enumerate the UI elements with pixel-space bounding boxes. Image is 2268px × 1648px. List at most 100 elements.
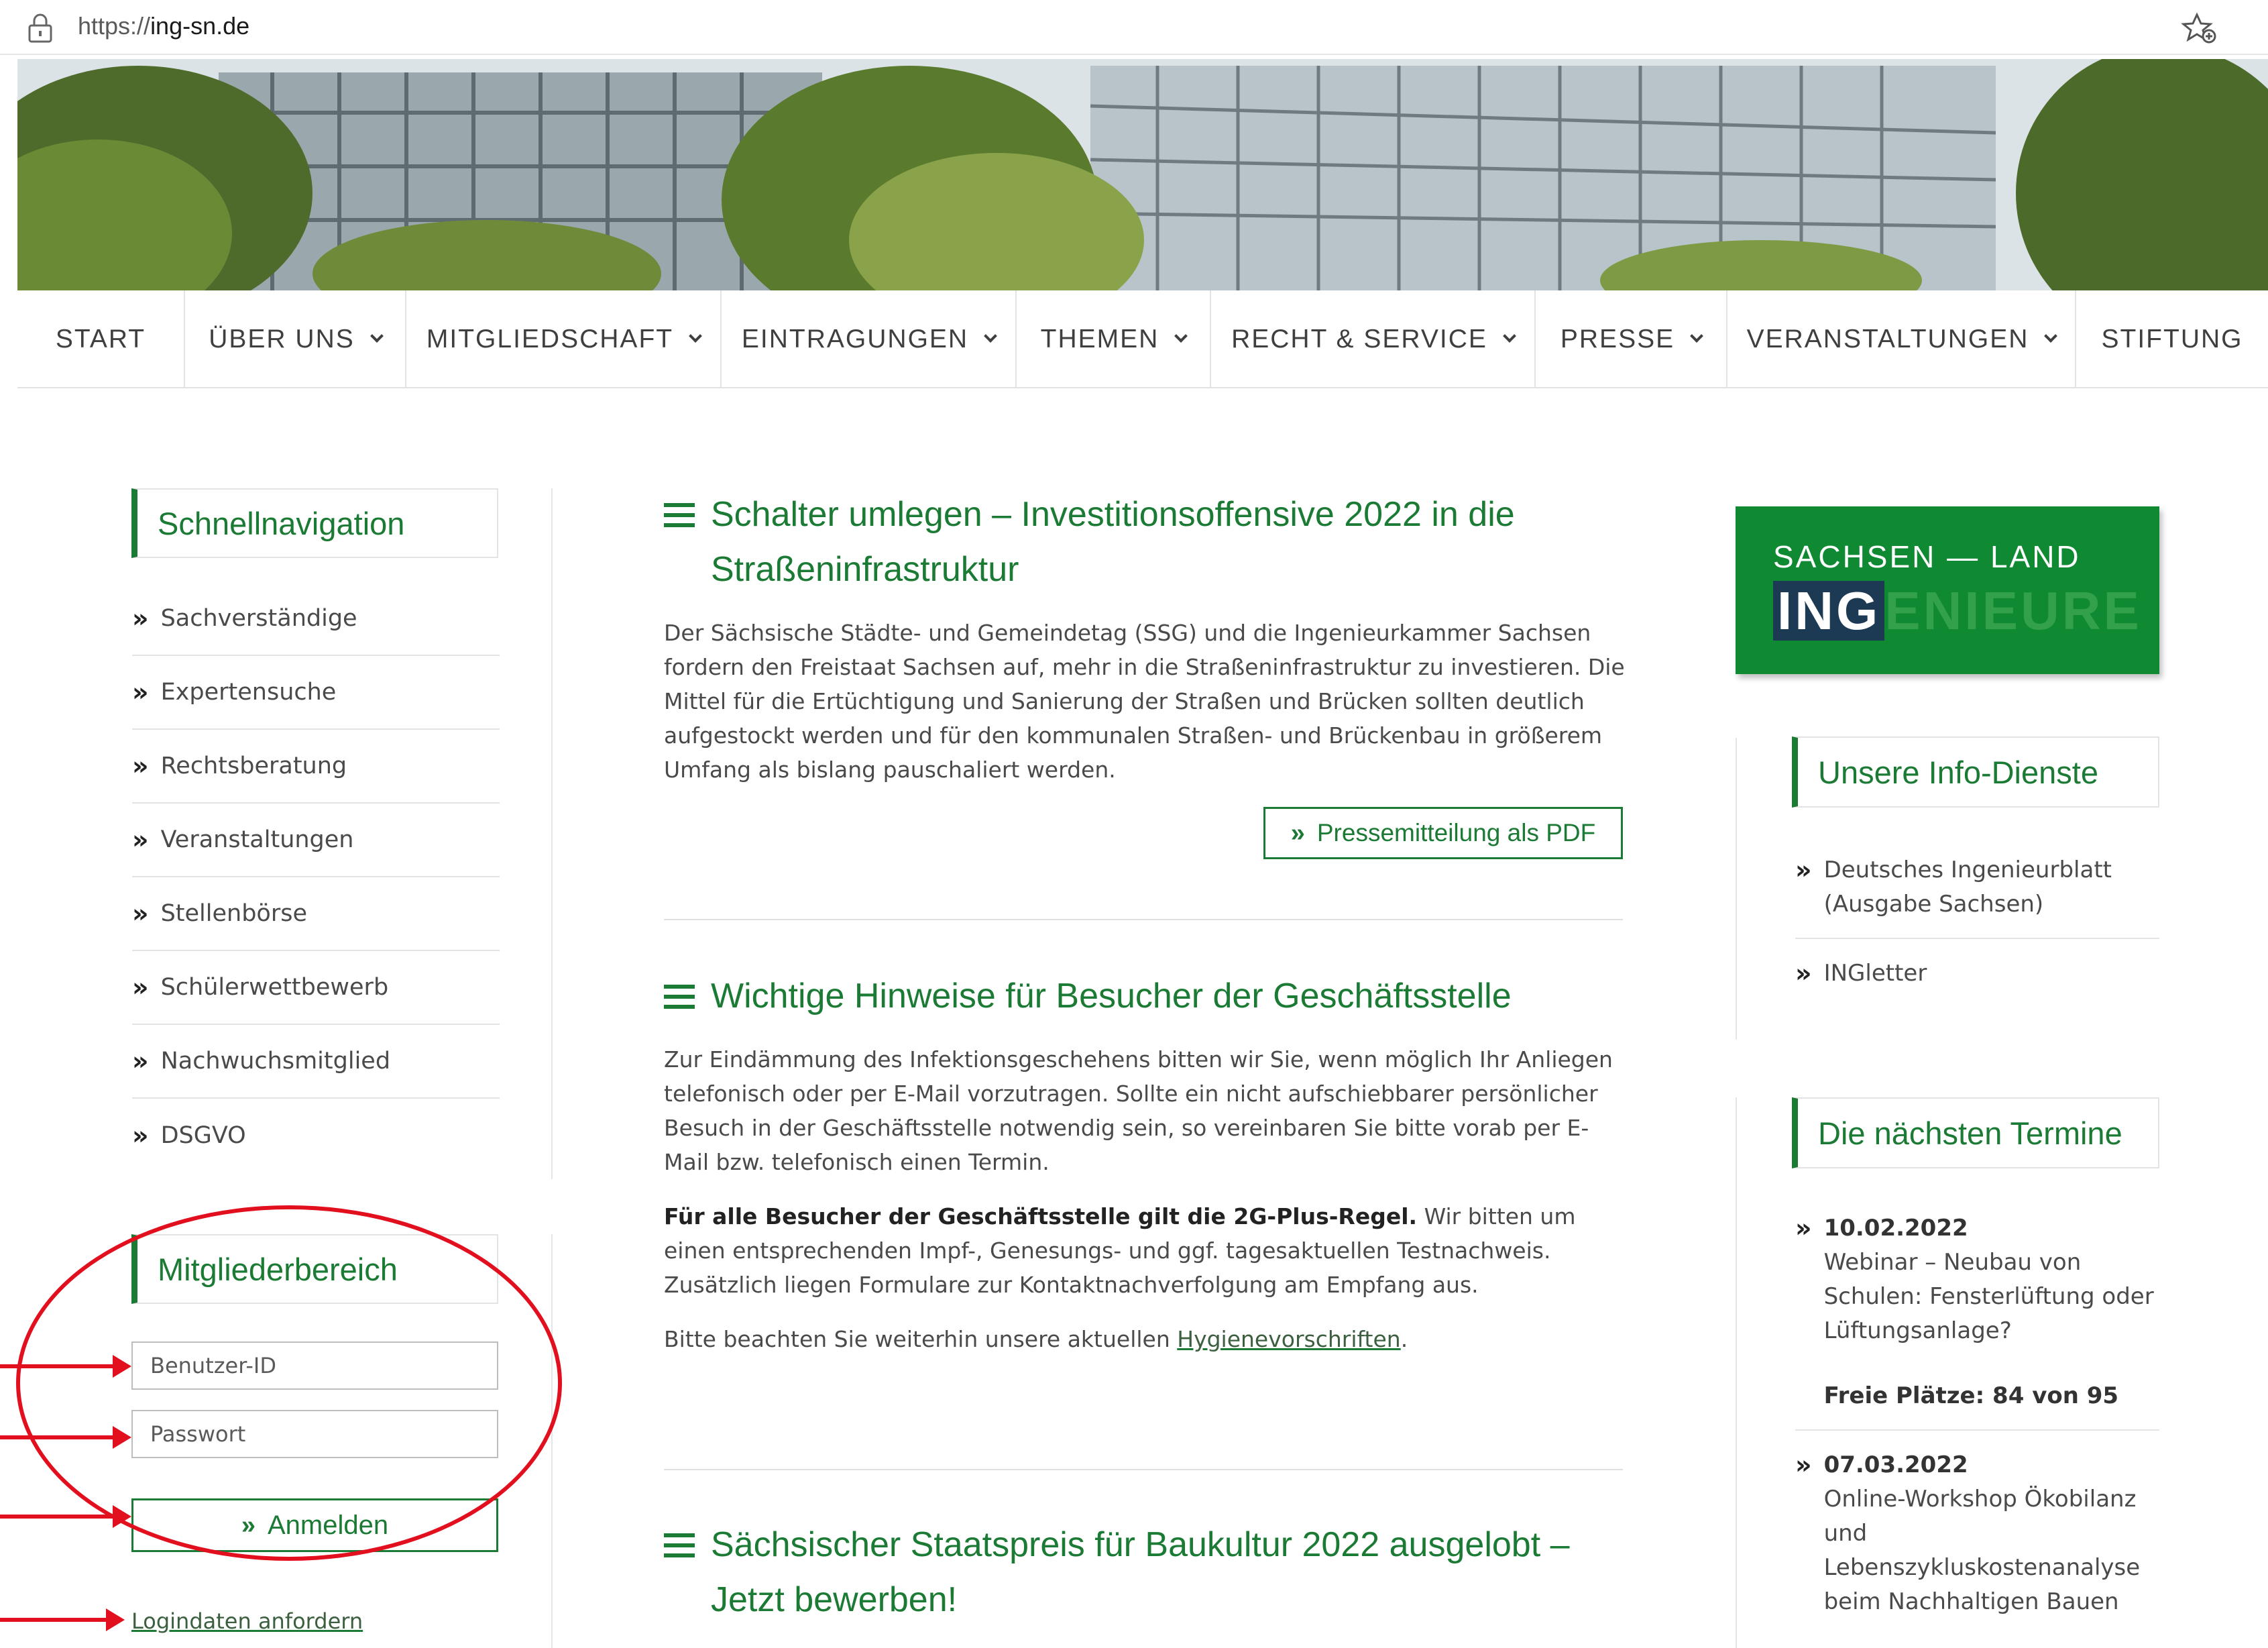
nav-label: ÜBER UNS <box>209 325 355 353</box>
double-chevron-icon: » <box>132 899 149 928</box>
article-divider <box>664 1469 1623 1470</box>
double-chevron-icon: » <box>132 825 149 855</box>
nav-label: START <box>55 325 146 353</box>
annotation-arrow <box>0 1608 125 1631</box>
nav-label: RECHT & SERVICE <box>1231 325 1487 353</box>
annotation-arrow <box>0 1355 131 1378</box>
chevron-down-icon <box>1690 329 1704 343</box>
quicknav-label: Sachverständige <box>160 605 357 632</box>
event-item[interactable]: » 10.02.2022 Webinar – Neubau von Schule… <box>1795 1194 2159 1431</box>
info-services-title: Unsere Info-Dienste <box>1792 736 2159 808</box>
menu-lines-icon <box>664 503 695 533</box>
quicknav-title: Schnellnavigation <box>131 488 498 558</box>
nav-label: VERANSTALTUNGEN <box>1746 325 2029 353</box>
article-title[interactable]: Wichtige Hinweise für Besucher der Gesch… <box>711 969 1512 1024</box>
nav-start[interactable]: START <box>17 290 185 388</box>
quicknav-item[interactable]: » Veranstaltungen <box>132 804 500 877</box>
chevron-down-icon <box>1503 329 1516 343</box>
annotation-arrow <box>0 1426 131 1449</box>
info-services-list: » Deutsches Ingenieurblatt (Ausgabe Sachs… <box>1795 836 2159 1007</box>
nav-eintragungen[interactable]: EINTRAGUNGEN <box>722 290 1017 388</box>
quicknav-label: Schülerwettbewerb <box>160 974 389 1001</box>
header-photo <box>17 59 2268 290</box>
banner-logo-text: INGENIEURE <box>1773 580 2142 642</box>
events-title: Die nächsten Termine <box>1792 1097 2159 1168</box>
nav-label: STIFTUNG <box>2101 325 2243 353</box>
double-chevron-icon: » <box>132 973 149 1002</box>
chevron-down-icon <box>1174 329 1188 343</box>
quicknav-item[interactable]: » DSGVO <box>132 1099 500 1172</box>
info-label: INGletter <box>1823 960 1927 987</box>
sidebar-divider <box>1736 738 1737 1040</box>
nav-themen[interactable]: THEMEN <box>1017 290 1211 388</box>
event-text: Online-Workshop Ökobilanz und Lebenszykl… <box>1823 1486 2141 1615</box>
nav-label: EINTRAGUNGEN <box>741 325 969 353</box>
quicknav-item[interactable]: » Rechtsberatung <box>132 730 500 804</box>
building-illustration <box>17 59 2268 290</box>
nav-presse[interactable]: PRESSE <box>1536 290 1727 388</box>
sidebar-divider <box>1736 1097 1737 1648</box>
annotation-arrow <box>0 1505 131 1528</box>
quicknav-item[interactable]: » Nachwuchsmitglied <box>132 1025 500 1099</box>
article-title[interactable]: Sächsischer Staatspreis für Baukultur 20… <box>711 1517 1570 1627</box>
url-text[interactable]: https://ing-sn.de <box>78 12 249 40</box>
quicknav-item[interactable]: » Sachverständige <box>132 582 500 656</box>
hygiene-link[interactable]: Hygienevorschriften <box>1177 1326 1400 1352</box>
quicknav-label: Nachwuchsmitglied <box>160 1048 391 1075</box>
chevron-down-icon <box>984 329 997 343</box>
article-text: Der Sächsische Städte- und Gemeindetag (… <box>664 620 1625 783</box>
quicknav-item[interactable]: » Schülerwettbewerb <box>132 951 500 1025</box>
article-divider <box>664 919 1623 920</box>
quicknav-label: Expertensuche <box>160 679 337 706</box>
double-chevron-icon: » <box>1795 855 1812 885</box>
event-seats: Freie Plätze: 84 von 95 <box>1823 1382 2119 1409</box>
nav-veranstaltungen[interactable]: VERANSTALTUNGEN <box>1727 290 2076 388</box>
request-login-link[interactable]: Logindaten anfordern <box>131 1608 363 1634</box>
chevron-down-icon <box>689 329 702 343</box>
info-label: Deutsches Ingenieurblatt (Ausgabe Sachse… <box>1823 857 2112 918</box>
browser-url-bar[interactable]: https://ing-sn.de <box>0 0 2268 55</box>
nav-label: MITGLIEDSCHAFT <box>426 325 674 353</box>
bookmark-star-icon[interactable] <box>2181 12 2217 44</box>
nav-stiftung[interactable]: STIFTUNG <box>2076 290 2268 388</box>
double-chevron-icon: » <box>1795 958 1812 988</box>
main-navigation: START ÜBER UNS MITGLIEDSCHAFT EINTRAGUNG… <box>17 290 2268 388</box>
double-chevron-icon: » <box>132 677 149 707</box>
double-chevron-icon: » <box>132 604 149 633</box>
quicknav-list: » Sachverständige » Expertensuche » Rechtsb… <box>132 582 500 1172</box>
menu-lines-icon <box>664 1533 695 1563</box>
nav-label: PRESSE <box>1560 325 1675 353</box>
quicknav-label: Stellenbörse <box>160 900 307 927</box>
double-chevron-icon: » <box>132 1046 149 1076</box>
article-text: Zur Eindämmung des Infektionsgeschehens … <box>664 1046 1613 1352</box>
double-chevron-icon: » <box>132 1121 149 1150</box>
nav-label: THEMEN <box>1040 325 1159 353</box>
quicknav-label: DSGVO <box>160 1122 246 1149</box>
event-date: 07.03.2022 <box>1823 1451 1968 1478</box>
press-release-pdf-button[interactable]: » Pressemitteilung als PDF <box>1263 807 1623 859</box>
lock-icon <box>28 13 52 43</box>
sidebar-divider <box>551 488 553 1179</box>
double-chevron-icon: » <box>1795 1213 1812 1243</box>
info-item[interactable]: » INGletter <box>1795 939 2159 1007</box>
nav-mitgliedschaft[interactable]: MITGLIEDSCHAFT <box>406 290 722 388</box>
quicknav-item[interactable]: » Stellenbörse <box>132 877 500 951</box>
chevron-down-icon <box>370 329 384 343</box>
menu-lines-icon <box>664 985 695 1015</box>
double-chevron-icon: » <box>1290 818 1305 847</box>
event-item[interactable]: » 07.03.2022 Online-Workshop Ökobilanz u… <box>1795 1431 2159 1635</box>
nav-recht-service[interactable]: RECHT & SERVICE <box>1211 290 1536 388</box>
events-list: » 10.02.2022 Webinar – Neubau von Schule… <box>1795 1194 2159 1635</box>
nav-ueber-uns[interactable]: ÜBER UNS <box>185 290 406 388</box>
quicknav-item[interactable]: » Expertensuche <box>132 656 500 730</box>
annotation-ellipse <box>16 1205 562 1561</box>
chevron-down-icon <box>2044 329 2058 343</box>
info-item[interactable]: » Deutsches Ingenieurblatt (Ausgabe Sachs… <box>1795 836 2159 939</box>
double-chevron-icon: » <box>1795 1450 1812 1480</box>
sidebar-divider <box>551 1234 553 1648</box>
double-chevron-icon: » <box>132 751 149 781</box>
land-der-ingenieure-banner[interactable]: SACHSEN — LAND DER INGENIEURE <box>1736 506 2159 674</box>
button-label: Pressemitteilung als PDF <box>1316 819 1596 846</box>
quicknav-label: Veranstaltungen <box>160 826 354 853</box>
article-title[interactable]: Schalter umlegen – Investitionsoffensive… <box>711 487 1515 597</box>
